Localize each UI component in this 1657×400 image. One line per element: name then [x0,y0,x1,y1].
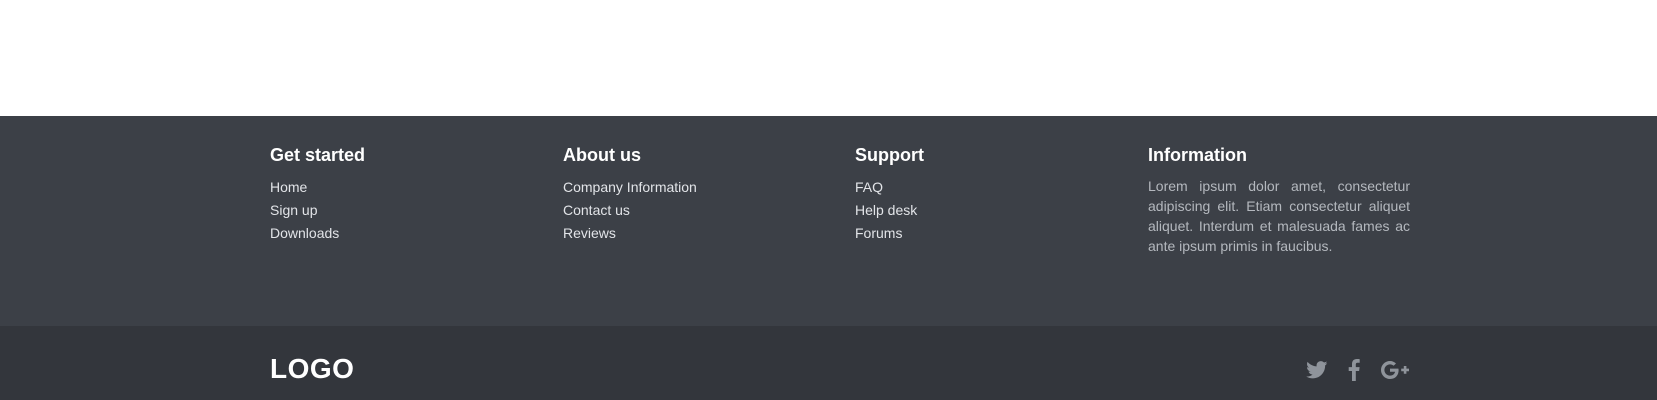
link-list: Home Sign up Downloads [270,176,365,245]
twitter-icon[interactable] [1306,358,1328,382]
link-list: FAQ Help desk Forums [855,176,924,245]
footer-link-sign-up[interactable]: Sign up [270,199,365,222]
footer-link-help-desk[interactable]: Help desk [855,199,924,222]
footer-link-home[interactable]: Home [270,176,365,199]
footer: Get started Home Sign up Downloads About… [0,116,1657,326]
footer-link-company-information[interactable]: Company Information [563,176,697,199]
column-title: Get started [270,145,366,165]
footer-link-contact-us[interactable]: Contact us [563,199,697,222]
footer-link-reviews[interactable]: Reviews [563,222,697,245]
footer-column-about-us: About us Company Information Contact us … [563,144,697,245]
logo[interactable]: LOGO [270,353,354,385]
footer-link-faq[interactable]: FAQ [855,176,924,199]
footer-bottom-bar: LOGO [0,326,1657,400]
footer-column-get-started: Get started Home Sign up Downloads [270,144,365,245]
link-list: Company Information Contact us Reviews [563,176,697,245]
footer-column-information: Information Lorem ipsum dolor amet, cons… [1148,144,1410,256]
facebook-icon[interactable] [1348,358,1360,382]
social-links [1306,358,1410,382]
column-title: Support [855,145,924,165]
page-top-blank [0,0,1657,116]
footer-link-downloads[interactable]: Downloads [270,222,365,245]
information-text: Lorem ipsum dolor amet, consectetur adip… [1148,178,1410,254]
column-title: About us [563,145,641,165]
footer-column-support: Support FAQ Help desk Forums [855,144,924,245]
column-title: Information [1148,145,1247,165]
footer-link-forums[interactable]: Forums [855,222,924,245]
google-plus-icon[interactable] [1380,358,1410,382]
